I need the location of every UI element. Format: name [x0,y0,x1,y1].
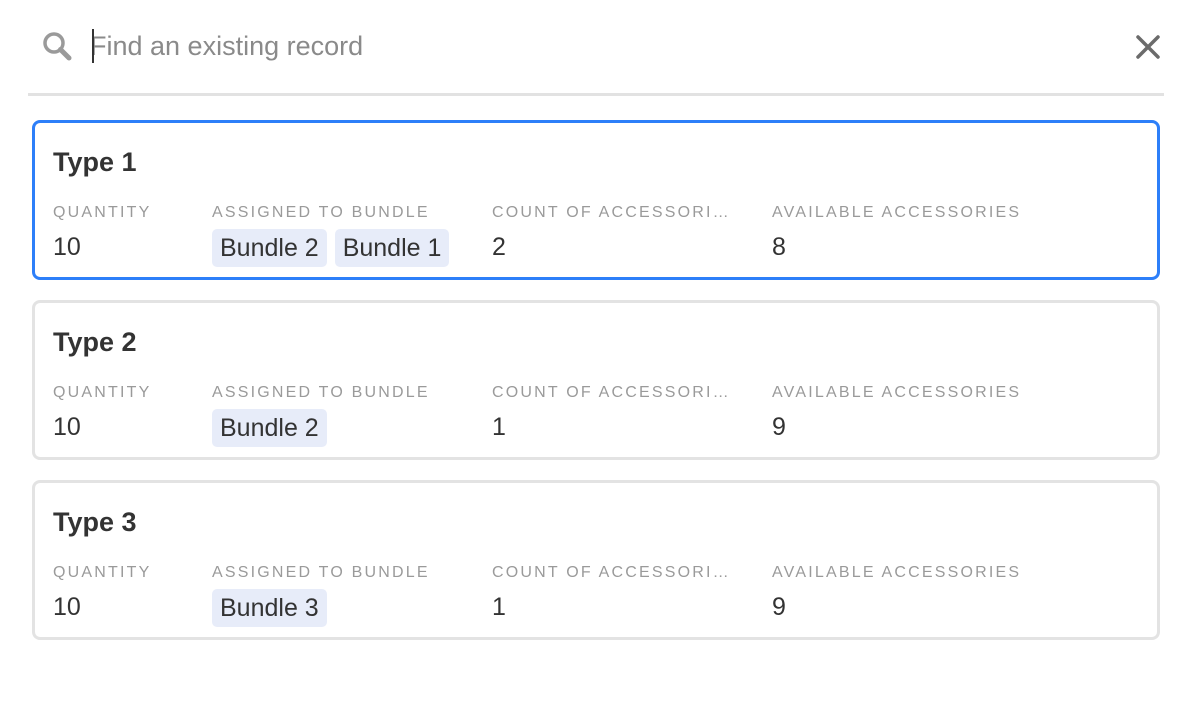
count-of-accessories-value: 1 [492,593,506,621]
record-card[interactable]: Type 1 QUANTITY ASSIGNED TO BUNDLE COUNT… [32,120,1160,280]
search-icon [41,30,73,62]
search-bar [28,0,1164,96]
count-of-accessories-label: COUNT OF ACCESSORI… [492,384,731,401]
bundle-chips: Bundle 3 [212,589,327,627]
close-icon[interactable] [1134,33,1162,61]
record-title: Type 3 [53,507,137,537]
record-list: Type 1 QUANTITY ASSIGNED TO BUNDLE COUNT… [32,120,1160,660]
available-accessories-label: AVAILABLE ACCESSORIES [772,564,1022,581]
count-of-accessories-label: COUNT OF ACCESSORI… [492,564,731,581]
assigned-to-bundle-label: ASSIGNED TO BUNDLE [212,384,430,401]
record-card[interactable]: Type 3 QUANTITY ASSIGNED TO BUNDLE COUNT… [32,480,1160,640]
count-of-accessories-value: 2 [492,233,506,261]
record-card[interactable]: Type 2 QUANTITY ASSIGNED TO BUNDLE COUNT… [32,300,1160,460]
assigned-to-bundle-label: ASSIGNED TO BUNDLE [212,204,430,221]
quantity-value: 10 [53,413,81,441]
bundle-chip: Bundle 3 [212,589,327,627]
bundle-chips: Bundle 2 [212,409,327,447]
assigned-to-bundle-label: ASSIGNED TO BUNDLE [212,564,430,581]
available-accessories-label: AVAILABLE ACCESSORIES [772,204,1022,221]
quantity-label: QUANTITY [53,204,152,221]
available-accessories-value: 9 [772,413,786,441]
available-accessories-value: 8 [772,233,786,261]
quantity-label: QUANTITY [53,564,152,581]
bundle-chip: Bundle 2 [212,229,327,267]
quantity-label: QUANTITY [53,384,152,401]
quantity-value: 10 [53,233,81,261]
count-of-accessories-label: COUNT OF ACCESSORI… [492,204,731,221]
record-title: Type 1 [53,147,137,177]
available-accessories-label: AVAILABLE ACCESSORIES [772,384,1022,401]
search-input[interactable] [90,24,1090,68]
bundle-chips: Bundle 2 Bundle 1 [212,229,450,267]
record-title: Type 2 [53,327,137,357]
count-of-accessories-value: 1 [492,413,506,441]
text-caret [92,29,94,63]
available-accessories-value: 9 [772,593,786,621]
bundle-chip: Bundle 1 [334,229,450,267]
bundle-chip: Bundle 2 [212,409,327,447]
quantity-value: 10 [53,593,81,621]
